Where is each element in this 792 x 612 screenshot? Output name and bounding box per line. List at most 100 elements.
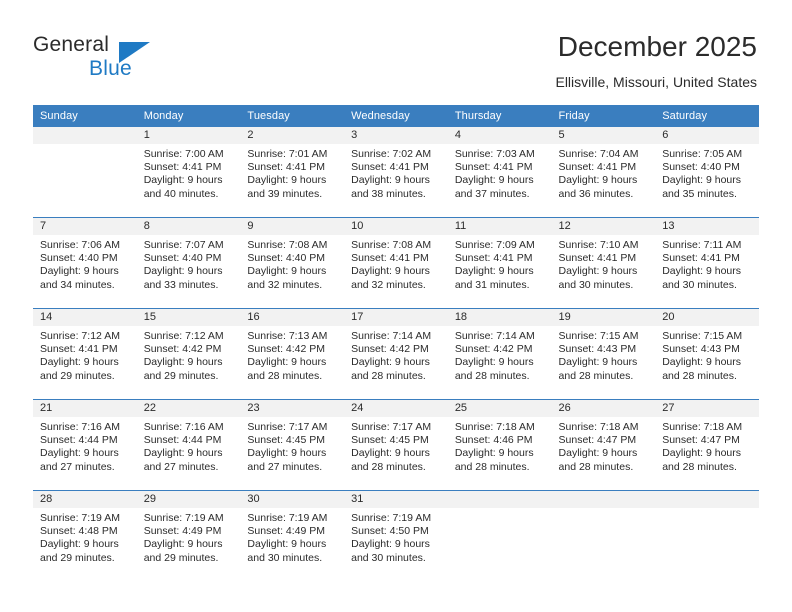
calendar-day-cell[interactable]: 4 Sunrise: 7:03 AM Sunset: 4:41 PM Daylight…: [447, 127, 552, 218]
day-detail-daylight-1: Daylight: 9 hours: [558, 356, 638, 369]
page-subtitle: Ellisville, Missouri, United States: [555, 74, 757, 90]
day-number: 24: [344, 400, 448, 417]
day-detail-daylight-1: Daylight: 9 hours: [247, 356, 327, 369]
day-details: Sunrise: 7:17 AM Sunset: 4:45 PM Daylight:…: [240, 417, 344, 474]
calendar-day-cell[interactable]: 26 Sunrise: 7:18 AM Sunset: 4:47 PM Dayligh…: [551, 399, 656, 491]
calendar-day-cell[interactable]: 7 Sunrise: 7:06 AM Sunset: 4:40 PM Daylight…: [33, 217, 137, 309]
day-detail-daylight-1: Daylight: 9 hours: [662, 265, 742, 278]
calendar-day-cell[interactable]: 16 Sunrise: 7:13 AM Sunset: 4:42 PM Dayligh…: [240, 308, 345, 400]
calendar-day-cell[interactable]: 25 Sunrise: 7:18 AM Sunset: 4:46 PM Dayligh…: [447, 399, 552, 491]
page-title: December 2025: [557, 31, 757, 62]
day-detail-daylight-1: Daylight: 9 hours: [351, 174, 430, 187]
calendar-day-cell[interactable]: 15 Sunrise: 7:12 AM Sunset: 4:42 PM Dayligh…: [136, 308, 241, 400]
day-detail-daylight-1: Daylight: 9 hours: [454, 356, 534, 369]
day-detail-sunset: Sunset: 4:42 PM: [247, 343, 326, 356]
day-number: 11: [447, 218, 552, 235]
calendar-day-cell[interactable]: 30 Sunrise: 7:19 AM Sunset: 4:49 PM Dayligh…: [240, 490, 345, 581]
day-detail-sunrise: Sunrise: 7:09 AM: [454, 239, 535, 251]
day-detail-daylight-2: and 37 minutes.: [454, 187, 530, 200]
day-cell-inner: [33, 127, 137, 217]
calendar-day-cell[interactable]: 9 Sunrise: 7:08 AM Sunset: 4:40 PM Daylight…: [240, 217, 345, 309]
calendar-day-cell: [447, 490, 552, 581]
day-detail-daylight-1: Daylight: 9 hours: [454, 265, 534, 278]
calendar-day-cell[interactable]: 14 Sunrise: 7:12 AM Sunset: 4:41 PM Dayligh…: [33, 308, 137, 400]
day-cell-inner: 5 Sunrise: 7:04 AM Sunset: 4:41 PM Daylight…: [551, 127, 656, 217]
day-detail-daylight-2: and 30 minutes.: [351, 551, 426, 564]
day-detail-sunrise: Sunrise: 7:10 AM: [558, 239, 639, 251]
day-cell-inner: 25 Sunrise: 7:18 AM Sunset: 4:46 PM Dayligh…: [447, 400, 552, 490]
day-number: 4: [447, 127, 552, 144]
calendar-day-cell[interactable]: 6 Sunrise: 7:05 AM Sunset: 4:40 PM Daylight…: [655, 127, 759, 218]
calendar-day-cell[interactable]: 22 Sunrise: 7:16 AM Sunset: 4:44 PM Dayligh…: [136, 399, 241, 491]
day-detail-daylight-1: Daylight: 9 hours: [40, 538, 119, 551]
day-number: 5: [551, 127, 656, 144]
day-details: Sunrise: 7:08 AM Sunset: 4:41 PM Daylight:…: [344, 235, 448, 292]
day-detail-sunrise: Sunrise: 7:16 AM: [40, 421, 120, 433]
day-details: Sunrise: 7:13 AM Sunset: 4:42 PM Daylight:…: [240, 326, 344, 383]
calendar-day-cell[interactable]: 31 Sunrise: 7:19 AM Sunset: 4:50 PM Dayligh…: [344, 490, 448, 581]
day-details: Sunrise: 7:18 AM Sunset: 4:47 PM Daylight:…: [655, 417, 759, 474]
day-detail-daylight-2: and 32 minutes.: [351, 278, 426, 291]
day-detail-daylight-2: and 38 minutes.: [351, 187, 426, 200]
calendar-day-cell[interactable]: 21 Sunrise: 7:16 AM Sunset: 4:44 PM Dayligh…: [33, 399, 137, 491]
day-detail-daylight-2: and 30 minutes.: [662, 278, 737, 291]
day-number: [551, 491, 656, 508]
calendar-day-cell[interactable]: 24 Sunrise: 7:17 AM Sunset: 4:45 PM Dayligh…: [344, 399, 448, 491]
calendar-header-row: Sunday Monday Tuesday Wednesday Thursday…: [33, 105, 759, 127]
day-detail-sunset: Sunset: 4:40 PM: [40, 252, 118, 265]
calendar-day-cell[interactable]: 8 Sunrise: 7:07 AM Sunset: 4:40 PM Daylight…: [136, 217, 241, 309]
weekday-header-saturday: Saturday: [655, 105, 759, 127]
day-number: 9: [240, 218, 345, 235]
generalblue-logo[interactable]: General Blue: [33, 33, 233, 83]
calendar-day-cell[interactable]: 18 Sunrise: 7:14 AM Sunset: 4:42 PM Dayligh…: [447, 308, 552, 400]
day-detail-daylight-1: Daylight: 9 hours: [558, 265, 638, 278]
calendar-day-cell[interactable]: 29 Sunrise: 7:19 AM Sunset: 4:49 PM Dayligh…: [136, 490, 241, 581]
day-cell-inner: 26 Sunrise: 7:18 AM Sunset: 4:47 PM Dayligh…: [551, 400, 656, 490]
day-detail-sunset: Sunset: 4:41 PM: [558, 252, 637, 265]
day-detail-sunrise: Sunrise: 7:17 AM: [351, 421, 432, 433]
calendar-day-cell[interactable]: 19 Sunrise: 7:15 AM Sunset: 4:43 PM Dayligh…: [551, 308, 656, 400]
calendar-day-cell[interactable]: 17 Sunrise: 7:14 AM Sunset: 4:42 PM Dayligh…: [344, 308, 448, 400]
weekday-header-friday: Friday: [551, 105, 656, 127]
calendar-day-cell[interactable]: 5 Sunrise: 7:04 AM Sunset: 4:41 PM Daylight…: [551, 127, 656, 218]
day-detail-sunset: Sunset: 4:48 PM: [40, 525, 118, 538]
day-detail-sunset: Sunset: 4:40 PM: [143, 252, 222, 265]
day-detail-sunset: Sunset: 4:47 PM: [558, 434, 637, 447]
calendar-day-cell[interactable]: 1 Sunrise: 7:00 AM Sunset: 4:41 PM Daylight…: [136, 127, 241, 218]
calendar-day-cell[interactable]: 3 Sunrise: 7:02 AM Sunset: 4:41 PM Daylight…: [344, 127, 448, 218]
calendar-day-cell[interactable]: 12 Sunrise: 7:10 AM Sunset: 4:41 PM Dayligh…: [551, 217, 656, 309]
day-detail-sunrise: Sunrise: 7:05 AM: [662, 148, 743, 160]
calendar-day-cell[interactable]: 13 Sunrise: 7:11 AM Sunset: 4:41 PM Dayligh…: [655, 217, 759, 309]
day-detail-sunset: Sunset: 4:44 PM: [40, 434, 118, 447]
day-detail-daylight-1: Daylight: 9 hours: [247, 265, 327, 278]
calendar-day-cell[interactable]: 2 Sunrise: 7:01 AM Sunset: 4:41 PM Daylight…: [240, 127, 345, 218]
day-cell-inner: 7 Sunrise: 7:06 AM Sunset: 4:40 PM Daylight…: [33, 218, 137, 308]
calendar-day-cell[interactable]: 11 Sunrise: 7:09 AM Sunset: 4:41 PM Dayligh…: [447, 217, 552, 309]
calendar-day-cell[interactable]: 23 Sunrise: 7:17 AM Sunset: 4:45 PM Dayligh…: [240, 399, 345, 491]
day-details: [552, 508, 656, 512]
day-cell-inner: [655, 491, 759, 581]
day-details: Sunrise: 7:08 AM Sunset: 4:40 PM Daylight:…: [240, 235, 344, 292]
day-detail-daylight-1: Daylight: 9 hours: [662, 447, 742, 460]
day-details: [33, 144, 137, 148]
day-details: Sunrise: 7:09 AM Sunset: 4:41 PM Daylight:…: [448, 235, 552, 292]
day-detail-daylight-2: and 29 minutes.: [40, 551, 115, 564]
day-detail-daylight-2: and 28 minutes.: [247, 369, 323, 382]
day-detail-daylight-1: Daylight: 9 hours: [247, 538, 327, 551]
day-detail-sunrise: Sunrise: 7:14 AM: [351, 330, 432, 342]
calendar-week-row: 28 Sunrise: 7:19 AM Sunset: 4:48 PM Dayligh…: [33, 490, 759, 581]
day-detail-daylight-1: Daylight: 9 hours: [662, 174, 742, 187]
day-detail-sunrise: Sunrise: 7:01 AM: [247, 148, 328, 160]
calendar-day-cell[interactable]: 27 Sunrise: 7:18 AM Sunset: 4:47 PM Dayligh…: [655, 399, 759, 491]
logo-text-general: General: [33, 33, 110, 56]
day-cell-inner: 22 Sunrise: 7:16 AM Sunset: 4:44 PM Dayligh…: [136, 400, 241, 490]
calendar-day-cell[interactable]: 20 Sunrise: 7:15 AM Sunset: 4:43 PM Dayligh…: [655, 308, 759, 400]
day-detail-sunset: Sunset: 4:42 PM: [454, 343, 533, 356]
day-details: Sunrise: 7:19 AM Sunset: 4:49 PM Daylight:…: [240, 508, 344, 565]
calendar-day-cell[interactable]: 28 Sunrise: 7:19 AM Sunset: 4:48 PM Dayligh…: [33, 490, 137, 581]
day-details: Sunrise: 7:10 AM Sunset: 4:41 PM Daylight:…: [552, 235, 656, 292]
day-detail-daylight-1: Daylight: 9 hours: [247, 174, 327, 187]
calendar-day-cell[interactable]: 10 Sunrise: 7:08 AM Sunset: 4:41 PM Dayligh…: [344, 217, 448, 309]
day-cell-inner: 11 Sunrise: 7:09 AM Sunset: 4:41 PM Dayligh…: [447, 218, 552, 308]
day-details: Sunrise: 7:18 AM Sunset: 4:47 PM Daylight:…: [552, 417, 656, 474]
